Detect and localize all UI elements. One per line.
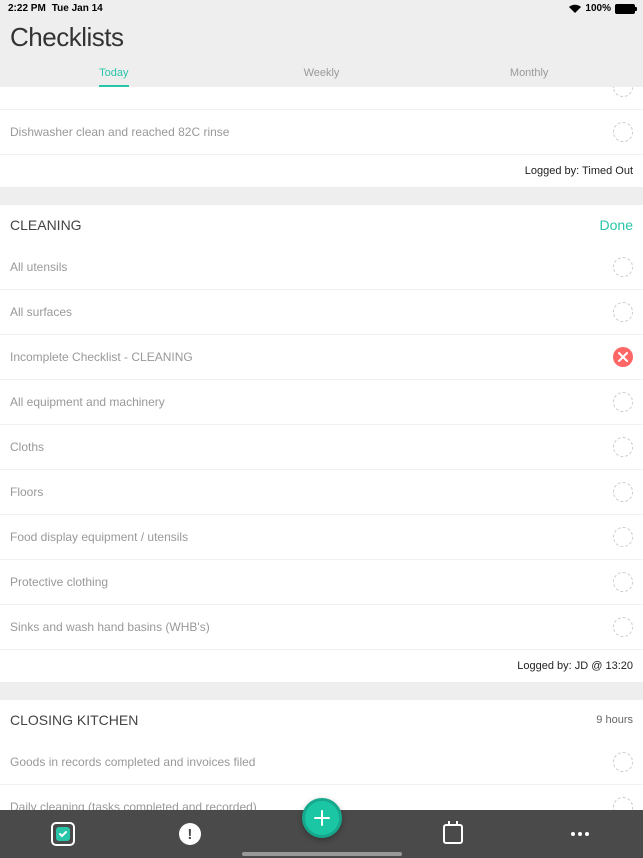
checkbox-circle-icon[interactable]	[613, 752, 633, 772]
page-title: Checklists	[10, 22, 633, 53]
checkbox-circle-icon[interactable]	[613, 527, 633, 547]
tab-monthly[interactable]: Monthly	[425, 61, 633, 87]
list-item-partial[interactable]	[0, 87, 643, 110]
section-title: CLOSING KITCHEN	[10, 712, 138, 728]
item-label: All surfaces	[10, 305, 72, 319]
calendar-icon	[443, 824, 463, 844]
item-label: All equipment and machinery	[10, 395, 165, 409]
list-item-equipment[interactable]: All equipment and machinery	[0, 380, 643, 425]
item-label: Protective clothing	[10, 575, 108, 589]
list-item-surfaces[interactable]: All surfaces	[0, 290, 643, 335]
item-label: Floors	[10, 485, 43, 499]
incomplete-x-icon[interactable]	[613, 347, 633, 367]
nav-checklists-button[interactable]	[48, 819, 78, 849]
battery-percent: 100%	[585, 3, 611, 14]
item-label: Cloths	[10, 440, 44, 454]
checkbox-circle-icon[interactable]	[613, 122, 633, 142]
logged-by: Logged by: Timed Out	[0, 155, 643, 187]
checkbox-circle-icon[interactable]	[613, 572, 633, 592]
more-icon	[571, 832, 589, 836]
nav-alerts-button[interactable]: !	[175, 819, 205, 849]
nav-more-button[interactable]	[565, 819, 595, 849]
section-time: 9 hours	[596, 714, 633, 726]
item-label: Goods in records completed and invoices …	[10, 755, 255, 769]
list-item-goods[interactable]: Goods in records completed and invoices …	[0, 740, 643, 785]
checklist-icon	[51, 822, 75, 846]
list-item-protective[interactable]: Protective clothing	[0, 560, 643, 605]
nav-calendar-button[interactable]	[438, 819, 468, 849]
checkbox-circle-icon[interactable]	[613, 257, 633, 277]
checkbox-circle-icon[interactable]	[613, 392, 633, 412]
add-button[interactable]	[302, 798, 342, 838]
status-date: Tue Jan 14	[52, 3, 103, 14]
item-label: All utensils	[10, 260, 67, 274]
logged-by: Logged by: JD @ 13:20	[0, 650, 643, 682]
item-label: Dishwasher clean and reached 82C rinse	[10, 125, 229, 139]
status-time: 2:22 PM	[8, 3, 46, 14]
battery-icon	[615, 4, 635, 14]
checkbox-circle-icon[interactable]	[613, 437, 633, 457]
list-item-incomplete[interactable]: Incomplete Checklist - CLEANING	[0, 335, 643, 380]
tabs: Today Weekly Monthly	[10, 61, 633, 87]
content: Dishwasher clean and reached 82C rinse L…	[0, 87, 643, 830]
tab-weekly[interactable]: Weekly	[218, 61, 426, 87]
item-label: Incomplete Checklist - CLEANING	[10, 350, 193, 364]
checkbox-circle-icon[interactable]	[613, 302, 633, 322]
tab-today[interactable]: Today	[10, 61, 218, 87]
status-bar: 2:22 PM Tue Jan 14 100%	[0, 0, 643, 17]
section-header-cleaning[interactable]: CLEANING Done	[0, 205, 643, 245]
checkbox-circle-icon[interactable]	[613, 617, 633, 637]
list-item-food-display[interactable]: Food display equipment / utensils	[0, 515, 643, 560]
wifi-icon	[569, 4, 581, 13]
home-indicator[interactable]	[242, 852, 402, 856]
section-status: Done	[600, 217, 633, 233]
list-item-dishwasher[interactable]: Dishwasher clean and reached 82C rinse	[0, 110, 643, 155]
item-label: Sinks and wash hand basins (WHB's)	[10, 620, 210, 634]
section-gap	[0, 682, 643, 700]
list-item-cloths[interactable]: Cloths	[0, 425, 643, 470]
section-gap	[0, 187, 643, 205]
list-item-sinks[interactable]: Sinks and wash hand basins (WHB's)	[0, 605, 643, 650]
item-label: Food display equipment / utensils	[10, 530, 188, 544]
alert-icon: !	[179, 823, 201, 845]
section-title: CLEANING	[10, 217, 82, 233]
checkbox-circle-icon[interactable]	[613, 87, 633, 97]
list-item-floors[interactable]: Floors	[0, 470, 643, 515]
header: Checklists Today Weekly Monthly	[0, 17, 643, 87]
section-header-closing[interactable]: CLOSING KITCHEN 9 hours	[0, 700, 643, 740]
checkbox-circle-icon[interactable]	[613, 482, 633, 502]
list-item-utensils[interactable]: All utensils	[0, 245, 643, 290]
plus-icon	[312, 808, 332, 828]
